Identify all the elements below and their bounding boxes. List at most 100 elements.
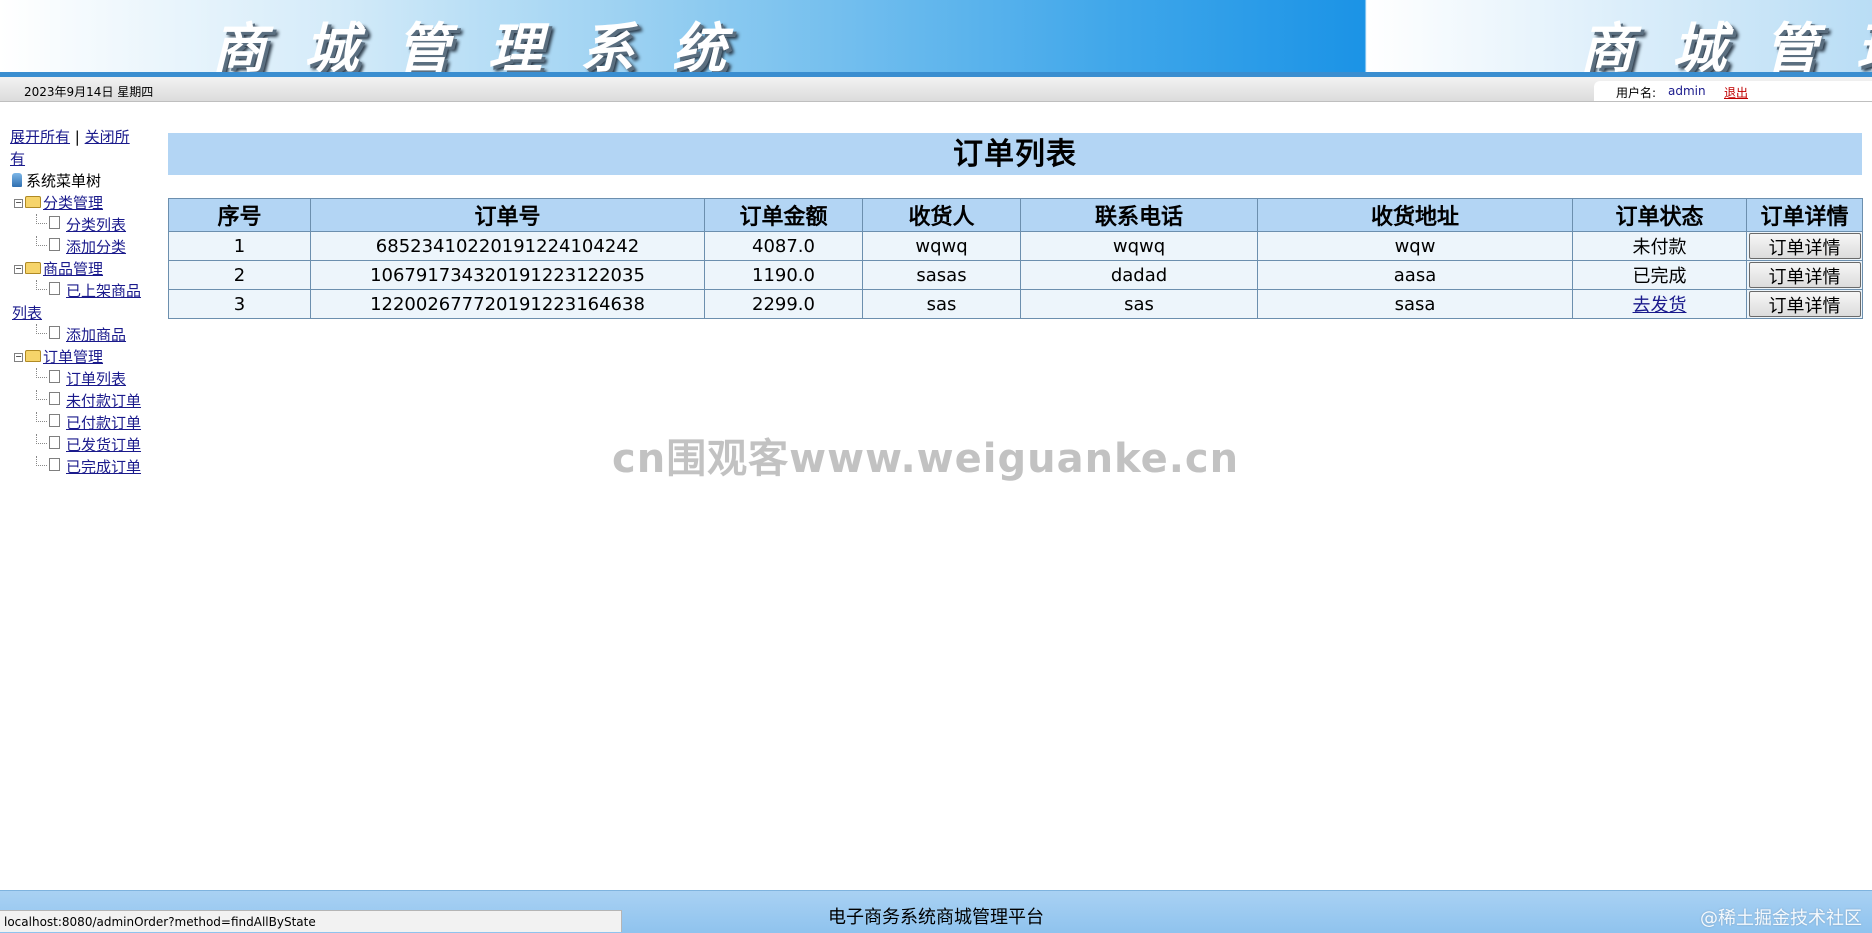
column-header: 订单详情 — [1746, 198, 1863, 232]
page-icon — [49, 282, 60, 295]
order-detail-button[interactable]: 订单详情 — [1748, 262, 1861, 288]
cell-detail: 订单详情 — [1746, 289, 1863, 319]
collapse-all-link[interactable]: 关闭所 — [85, 128, 130, 146]
cell-amount: 1190.0 — [704, 260, 863, 290]
column-header: 序号 — [168, 198, 311, 232]
tree-item-category-list[interactable]: 分类列表 — [10, 214, 158, 236]
category-list-link[interactable]: 分类列表 — [66, 216, 126, 234]
column-header: 收货人 — [862, 198, 1021, 232]
order-management-link[interactable]: 订单管理 — [43, 348, 103, 366]
cell-amount: 2299.0 — [704, 289, 863, 319]
cell-receiver: sas — [862, 289, 1021, 319]
browser-status-url: localhost:8080/adminOrder?method=findAll… — [0, 910, 622, 932]
tree-controls: 展开所有 | 关闭所 有 — [10, 126, 148, 170]
table-header-row: 序号 订单号 订单金额 收货人 联系电话 收货地址 订单状态 订单详情 — [168, 198, 1863, 232]
collapse-toggle-icon[interactable]: − — [14, 353, 23, 362]
cell-amount: 4087.0 — [704, 231, 863, 261]
tree-item-listed-products-cont[interactable]: 列表 — [10, 302, 158, 324]
order-list-link[interactable]: 订单列表 — [66, 370, 126, 388]
cell-detail: 订单详情 — [1746, 260, 1863, 290]
cell-order-no: 122002677720191223164638 — [310, 289, 705, 319]
page-icon — [49, 238, 60, 251]
tree-item-order-list[interactable]: 订单列表 — [10, 368, 158, 390]
tree-group-order[interactable]: − 订单管理 — [10, 346, 158, 368]
tree-item-add-category[interactable]: 添加分类 — [10, 236, 158, 258]
computer-icon — [12, 173, 22, 187]
cell-phone: wqwq — [1020, 231, 1258, 261]
page-icon — [49, 370, 60, 383]
current-date: 2023年9月14日 星期四 — [24, 85, 154, 99]
cell-address: aasa — [1257, 260, 1573, 290]
tree-item-add-product[interactable]: 添加商品 — [10, 324, 158, 346]
banner-title: 商城管理系统 — [212, 16, 764, 72]
cell-receiver: sasas — [862, 260, 1021, 290]
logout-link[interactable]: 退出 — [1724, 84, 1748, 101]
cell-address: sasa — [1257, 289, 1573, 319]
listed-products-link-cont[interactable]: 列表 — [12, 304, 42, 322]
banner-title-repeat: 商城管理系统 — [1580, 16, 1872, 72]
add-category-link[interactable]: 添加分类 — [66, 238, 126, 256]
listed-products-link[interactable]: 已上架商品 — [66, 282, 141, 300]
table-row: 2 106791734320191223122035 1190.0 sasas … — [168, 260, 1863, 290]
cell-order-no: 68523410220191224104242 — [310, 231, 705, 261]
cell-phone: sas — [1020, 289, 1258, 319]
cell-index: 2 — [168, 260, 311, 290]
completed-orders-link[interactable]: 已完成订单 — [66, 458, 141, 476]
page-icon — [49, 326, 60, 339]
page-icon — [49, 414, 60, 427]
cell-detail: 订单详情 — [1746, 231, 1863, 261]
tree-item-paid-orders[interactable]: 已付款订单 — [10, 412, 158, 434]
cell-status: 去发货 — [1572, 289, 1747, 319]
cell-status: 已完成 — [1572, 260, 1747, 290]
tree-item-listed-products[interactable]: 已上架商品 — [10, 280, 158, 302]
tree-root-label: 系统菜单树 — [26, 172, 102, 190]
page-icon — [49, 392, 60, 405]
header-banner: 商城管理系统 商城管理系统 — [0, 0, 1872, 72]
tree-item-completed-orders[interactable]: 已完成订单 — [10, 456, 158, 478]
page-icon — [49, 216, 60, 229]
product-management-link[interactable]: 商品管理 — [43, 260, 103, 278]
category-management-link[interactable]: 分类管理 — [43, 194, 103, 212]
cell-status: 未付款 — [1572, 231, 1747, 261]
separator: | — [74, 128, 80, 146]
username-label: 用户名: — [1616, 86, 1657, 100]
cell-index: 3 — [168, 289, 311, 319]
main-content: 订单列表 序号 订单号 订单金额 收货人 联系电话 收货地址 订单状态 订单详情… — [168, 133, 1863, 319]
cell-phone: dadad — [1020, 260, 1258, 290]
tree-group-product[interactable]: − 商品管理 — [10, 258, 158, 280]
collapse-all-link-cont[interactable]: 有 — [10, 150, 25, 168]
collapse-toggle-icon[interactable]: − — [14, 199, 23, 208]
tree-item-shipped-orders[interactable]: 已发货订单 — [10, 434, 158, 456]
tree-item-unpaid-orders[interactable]: 未付款订单 — [10, 390, 158, 412]
collapse-toggle-icon[interactable]: − — [14, 265, 23, 274]
add-product-link[interactable]: 添加商品 — [66, 326, 126, 344]
shipped-orders-link[interactable]: 已发货订单 — [66, 436, 141, 454]
user-box: 用户名: admin 退出 — [1594, 81, 1872, 101]
column-header: 订单号 — [310, 198, 705, 232]
tree-root: 系统菜单树 — [10, 170, 158, 192]
cell-index: 1 — [168, 231, 311, 261]
order-detail-button[interactable]: 订单详情 — [1748, 291, 1861, 317]
column-header: 联系电话 — [1020, 198, 1258, 232]
order-detail-button[interactable]: 订单详情 — [1748, 233, 1861, 259]
table-row: 3 122002677720191223164638 2299.0 sas sa… — [168, 289, 1863, 319]
cell-order-no: 106791734320191223122035 — [310, 260, 705, 290]
page-title: 订单列表 — [168, 133, 1862, 175]
cell-address: wqw — [1257, 231, 1573, 261]
page-icon — [49, 436, 60, 449]
sidebar-menu-tree: 展开所有 | 关闭所 有 系统菜单树 − 分类管理 分类列表 添加分类 − 商品管理… — [10, 126, 158, 478]
expand-all-link[interactable]: 展开所有 — [10, 128, 70, 146]
unpaid-orders-link[interactable]: 未付款订单 — [66, 392, 141, 410]
table-row: 1 68523410220191224104242 4087.0 wqwq wq… — [168, 231, 1863, 261]
paid-orders-link[interactable]: 已付款订单 — [66, 414, 141, 432]
orders-table: 序号 订单号 订单金额 收货人 联系电话 收货地址 订单状态 订单详情 1 68… — [168, 198, 1863, 319]
ship-order-link[interactable]: 去发货 — [1633, 295, 1687, 316]
folder-open-icon — [25, 350, 41, 362]
folder-open-icon — [25, 262, 41, 274]
info-bar: 2023年9月14日 星期四 用户名: admin 退出 — [0, 77, 1872, 102]
tree-group-category[interactable]: − 分类管理 — [10, 192, 158, 214]
column-header: 收货地址 — [1257, 198, 1573, 232]
column-header: 订单金额 — [704, 198, 863, 232]
cell-receiver: wqwq — [862, 231, 1021, 261]
folder-open-icon — [25, 196, 41, 208]
